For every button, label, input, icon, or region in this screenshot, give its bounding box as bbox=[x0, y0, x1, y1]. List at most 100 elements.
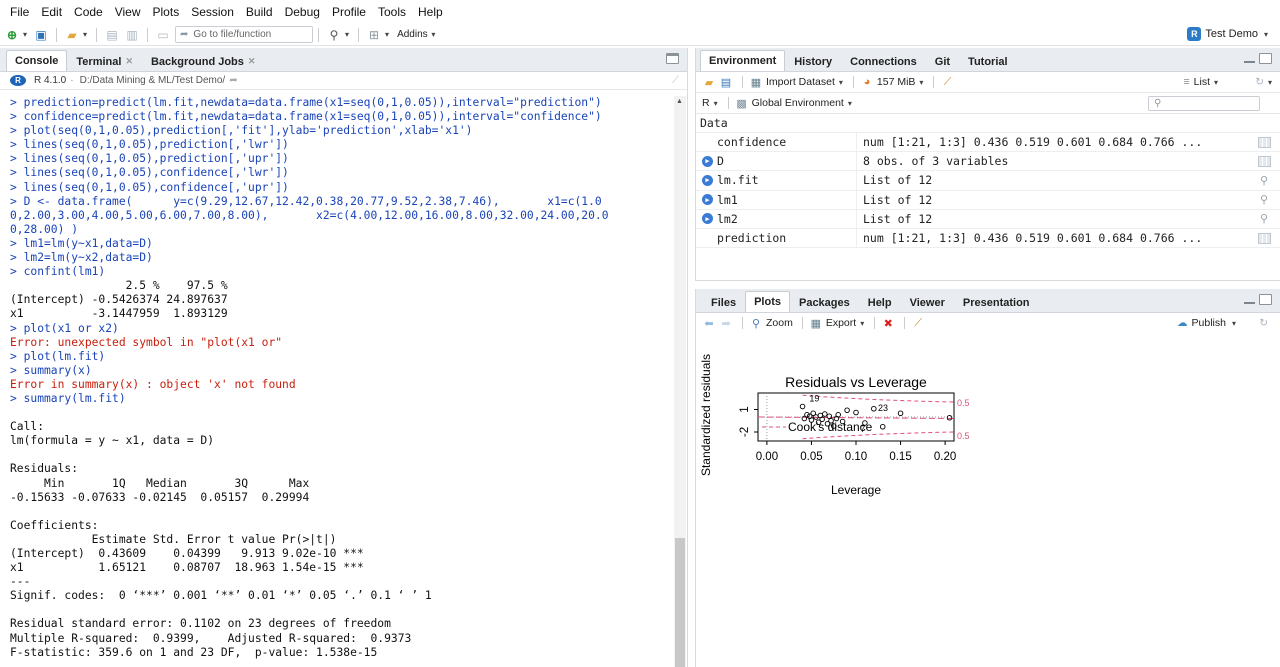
menu-build[interactable]: Build bbox=[240, 5, 279, 19]
data-point bbox=[822, 411, 828, 417]
view-mode-menu[interactable]: ≡ List ▾ bbox=[1184, 76, 1223, 88]
new-file-icon[interactable]: ⊕ bbox=[3, 27, 21, 43]
clear-objects-broom-icon[interactable]: ⟋ bbox=[940, 76, 954, 88]
new-project-icon[interactable]: ▣ bbox=[32, 27, 50, 43]
tab-terminal[interactable]: Terminal ✕ bbox=[67, 51, 142, 71]
maximize-pane-icon[interactable] bbox=[1259, 53, 1272, 64]
clear-plots-broom-icon[interactable]: ⟋ bbox=[911, 317, 925, 329]
scroll-up-icon[interactable]: ▲ bbox=[676, 98, 683, 105]
env-row-d[interactable]: ▶ D 8 obs. of 3 variables bbox=[696, 152, 1280, 172]
menu-code[interactable]: Code bbox=[68, 5, 109, 19]
save-workspace-icon[interactable]: ▤ bbox=[719, 76, 733, 89]
previous-plot-icon[interactable]: ⬅ bbox=[702, 317, 716, 330]
tab-files[interactable]: Files bbox=[702, 292, 745, 312]
tab-tutorial[interactable]: Tutorial bbox=[959, 51, 1017, 71]
refresh-caret-icon[interactable]: ▾ bbox=[1268, 78, 1272, 87]
save-all-icon[interactable]: ▥ bbox=[123, 27, 141, 43]
tab-viewer[interactable]: Viewer bbox=[901, 292, 954, 312]
environment-search-input[interactable]: ⚲ bbox=[1148, 96, 1260, 111]
env-action-cell bbox=[1248, 136, 1280, 148]
tab-console[interactable]: Console bbox=[6, 50, 68, 71]
open-file-dropdown-icon[interactable]: ▾ bbox=[83, 30, 87, 39]
expand-icon[interactable]: ▶ bbox=[702, 155, 713, 167]
import-dataset-button[interactable]: Import Dataset bbox=[766, 76, 835, 88]
tab-environment[interactable]: Environment bbox=[700, 50, 786, 71]
tab-help[interactable]: Help bbox=[859, 292, 901, 312]
expand-icon[interactable]: ▶ bbox=[702, 194, 713, 206]
publish-button[interactable]: ☁ Publish ▾ bbox=[1177, 317, 1240, 329]
zoom-button[interactable]: Zoom bbox=[766, 317, 793, 329]
console-scrollbar[interactable]: ▲ bbox=[674, 96, 686, 667]
scrollbar-thumb[interactable] bbox=[675, 538, 685, 667]
env-row-prediction[interactable]: prediction num [1:21, 1:3] 0.436 0.519 0.… bbox=[696, 228, 1280, 249]
view-data-grid-icon[interactable] bbox=[1257, 155, 1271, 167]
go-to-file-input[interactable]: ➦ Go to file/function bbox=[175, 26, 314, 43]
export-caret-icon[interactable]: ▾ bbox=[860, 319, 864, 328]
menu-view[interactable]: View bbox=[109, 5, 147, 19]
project-menu[interactable]: R Test Demo ▾ bbox=[1187, 27, 1272, 41]
plot-area[interactable]: Residuals vs Leverage 0.00 0.05 0.10 0.15 0.2… bbox=[696, 333, 1280, 667]
inspect-search-icon[interactable]: ⚲ bbox=[1260, 193, 1268, 206]
memory-caret-icon[interactable]: ▾ bbox=[919, 78, 923, 87]
menu-debug[interactable]: Debug bbox=[279, 5, 326, 19]
environment-rows: confidence num [1:21, 1:3] 0.436 0.519 0.… bbox=[696, 133, 1280, 249]
layout-dropdown-icon[interactable]: ▾ bbox=[385, 30, 389, 39]
env-row-lm2[interactable]: ▶ lm2 List of 12 ⚲ bbox=[696, 209, 1280, 229]
console-output[interactable]: > prediction=predict(lm.fit,newdata=data… bbox=[0, 96, 672, 667]
menu-plots[interactable]: Plots bbox=[147, 5, 186, 19]
knit-dropdown-icon[interactable]: ▾ bbox=[345, 30, 349, 39]
refresh-icon[interactable]: ↻ bbox=[1255, 76, 1264, 88]
menu-help[interactable]: Help bbox=[412, 5, 449, 19]
close-tab-icon[interactable]: ✕ bbox=[248, 56, 256, 67]
import-caret-icon[interactable]: ▾ bbox=[839, 78, 843, 87]
menu-profile[interactable]: Profile bbox=[326, 5, 372, 19]
menu-edit[interactable]: Edit bbox=[35, 5, 68, 19]
print-icon[interactable]: ▭ bbox=[154, 27, 172, 43]
tab-background-jobs[interactable]: Background Jobs ✕ bbox=[142, 51, 264, 71]
export-button[interactable]: Export bbox=[826, 317, 856, 329]
next-plot-icon[interactable]: ➡ bbox=[719, 317, 733, 330]
refresh-plot-icon[interactable]: ↻ bbox=[1259, 317, 1268, 329]
tab-git[interactable]: Git bbox=[926, 51, 959, 71]
clear-console-icon[interactable]: ⟋ bbox=[672, 75, 679, 86]
grid-layout-icon[interactable]: ⊞ bbox=[365, 27, 383, 43]
env-row-lm-fit[interactable]: ▶ lm.fit List of 12 ⚲ bbox=[696, 171, 1280, 191]
view-data-grid-icon[interactable] bbox=[1257, 136, 1271, 148]
tab-plots[interactable]: Plots bbox=[745, 291, 790, 312]
maximize-pane-icon[interactable] bbox=[1259, 294, 1272, 305]
view-data-grid-icon[interactable] bbox=[1257, 232, 1271, 244]
minimize-pane-icon[interactable] bbox=[1243, 53, 1256, 64]
tab-packages[interactable]: Packages bbox=[790, 292, 859, 312]
memory-usage[interactable]: 157 MiB bbox=[877, 76, 916, 88]
menu-file[interactable]: File bbox=[4, 5, 35, 19]
env-row-lm1[interactable]: ▶ lm1 List of 12 ⚲ bbox=[696, 190, 1280, 210]
new-file-dropdown-icon[interactable]: ▾ bbox=[23, 30, 27, 39]
addins-button[interactable]: Addins ▾ bbox=[397, 29, 439, 40]
tab-connections[interactable]: Connections bbox=[841, 51, 926, 71]
open-file-icon[interactable]: ▰ bbox=[63, 27, 81, 43]
tab-presentation[interactable]: Presentation bbox=[954, 292, 1039, 312]
inspect-search-icon[interactable]: ⚲ bbox=[1260, 212, 1268, 225]
environment-scope[interactable]: Global Environment bbox=[752, 97, 844, 109]
inspect-search-icon[interactable]: ⚲ bbox=[1260, 174, 1268, 187]
load-workspace-icon[interactable]: ▰ bbox=[702, 76, 716, 89]
expand-icon[interactable]: ▶ bbox=[702, 213, 713, 225]
close-tab-icon[interactable]: ✕ bbox=[125, 56, 133, 67]
go-to-directory-icon[interactable]: ➦ bbox=[229, 75, 237, 86]
knit-icon[interactable]: ⚲ bbox=[325, 27, 343, 43]
env-row-confidence[interactable]: confidence num [1:21, 1:3] 0.436 0.519 0.… bbox=[696, 133, 1280, 153]
maximize-pane-icon[interactable] bbox=[666, 53, 679, 64]
menu-session[interactable]: Session bbox=[185, 5, 240, 19]
menu-tools[interactable]: Tools bbox=[372, 5, 412, 19]
language-caret-icon[interactable]: ▾ bbox=[714, 99, 718, 108]
working-directory[interactable]: D:/Data Mining & ML/Test Demo/ bbox=[80, 75, 226, 86]
remove-plot-icon[interactable]: ✖ bbox=[881, 317, 895, 330]
minimize-pane-icon[interactable] bbox=[1243, 294, 1256, 305]
tab-history[interactable]: History bbox=[785, 51, 841, 71]
language-selector[interactable]: R bbox=[702, 97, 710, 109]
expand-icon[interactable]: ▶ bbox=[702, 174, 713, 186]
save-icon[interactable]: ▤ bbox=[103, 27, 121, 43]
env-action-cell: ⚲ bbox=[1248, 174, 1280, 187]
scope-caret-icon[interactable]: ▾ bbox=[848, 99, 852, 108]
